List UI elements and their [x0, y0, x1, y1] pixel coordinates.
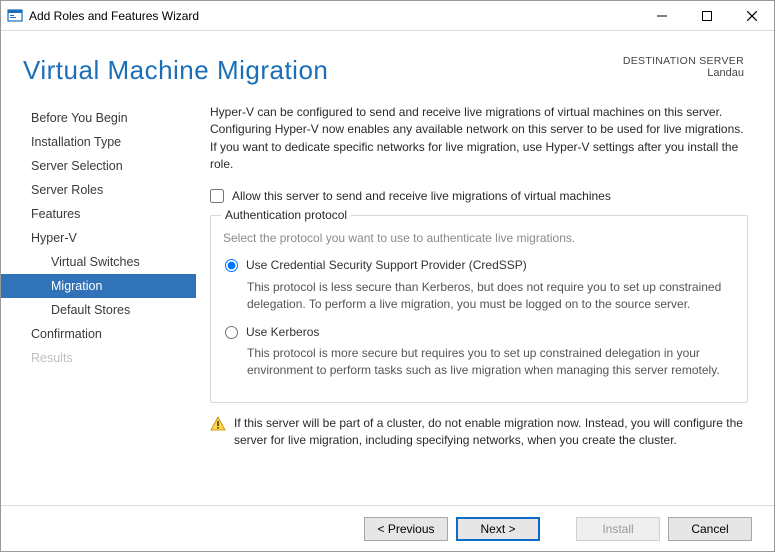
wizard-sidebar: Before You Begin Installation Type Serve… [1, 98, 196, 449]
maximize-button[interactable] [684, 1, 729, 30]
nav-hyper-v[interactable]: Hyper-V [1, 226, 196, 250]
nav-confirmation[interactable]: Confirmation [1, 322, 196, 346]
nav-virtual-switches[interactable]: Virtual Switches [1, 250, 196, 274]
allow-migration-row[interactable]: Allow this server to send and receive li… [210, 188, 748, 205]
nav-installation-type[interactable]: Installation Type [1, 130, 196, 154]
allow-migration-label: Allow this server to send and receive li… [232, 188, 611, 205]
kerberos-desc: This protocol is more secure but require… [247, 345, 735, 380]
previous-button[interactable]: < Previous [364, 517, 448, 541]
window-controls [639, 1, 774, 30]
credssp-row[interactable]: Use Credential Security Support Provider… [223, 257, 735, 274]
minimize-icon [657, 11, 667, 21]
footer: < Previous Next > Install Cancel [1, 505, 774, 551]
app-icon [7, 8, 23, 24]
kerberos-row[interactable]: Use Kerberos [223, 324, 735, 341]
cluster-warning: If this server will be part of a cluster… [210, 415, 748, 450]
credssp-radio[interactable] [225, 259, 238, 272]
warning-icon [210, 416, 226, 432]
page-title: Virtual Machine Migration [23, 55, 623, 86]
auth-help-text: Select the protocol you want to use to a… [223, 230, 735, 247]
close-icon [747, 11, 757, 21]
nav-features[interactable]: Features [1, 202, 196, 226]
allow-migration-checkbox[interactable] [210, 189, 224, 203]
destination-label: DESTINATION SERVER [623, 55, 744, 67]
credssp-desc: This protocol is less secure than Kerber… [247, 279, 735, 314]
titlebar: Add Roles and Features Wizard [1, 1, 774, 31]
window-title: Add Roles and Features Wizard [29, 9, 639, 23]
kerberos-label: Use Kerberos [246, 324, 319, 341]
content-pane: Hyper-V can be configured to send and re… [196, 98, 752, 449]
close-button[interactable] [729, 1, 774, 30]
warning-text: If this server will be part of a cluster… [234, 415, 748, 450]
credssp-label: Use Credential Security Support Provider… [246, 257, 527, 274]
nav-migration[interactable]: Migration [1, 274, 196, 298]
nav-results: Results [1, 346, 196, 370]
next-button[interactable]: Next > [456, 517, 540, 541]
header-row: Virtual Machine Migration DESTINATION SE… [1, 31, 774, 98]
nav-server-selection[interactable]: Server Selection [1, 154, 196, 178]
install-button: Install [576, 517, 660, 541]
destination-name: Landau [623, 67, 744, 79]
body: Before You Begin Installation Type Serve… [1, 98, 774, 449]
kerberos-radio[interactable] [225, 326, 238, 339]
intro-text: Hyper-V can be configured to send and re… [210, 104, 748, 174]
destination-server-box: DESTINATION SERVER Landau [623, 55, 744, 79]
auth-group-title: Authentication protocol [221, 207, 351, 224]
nav-default-stores[interactable]: Default Stores [1, 298, 196, 322]
nav-before-you-begin[interactable]: Before You Begin [1, 106, 196, 130]
cancel-button[interactable]: Cancel [668, 517, 752, 541]
minimize-button[interactable] [639, 1, 684, 30]
auth-protocol-group: Authentication protocol Select the proto… [210, 215, 748, 403]
maximize-icon [702, 11, 712, 21]
nav-server-roles[interactable]: Server Roles [1, 178, 196, 202]
